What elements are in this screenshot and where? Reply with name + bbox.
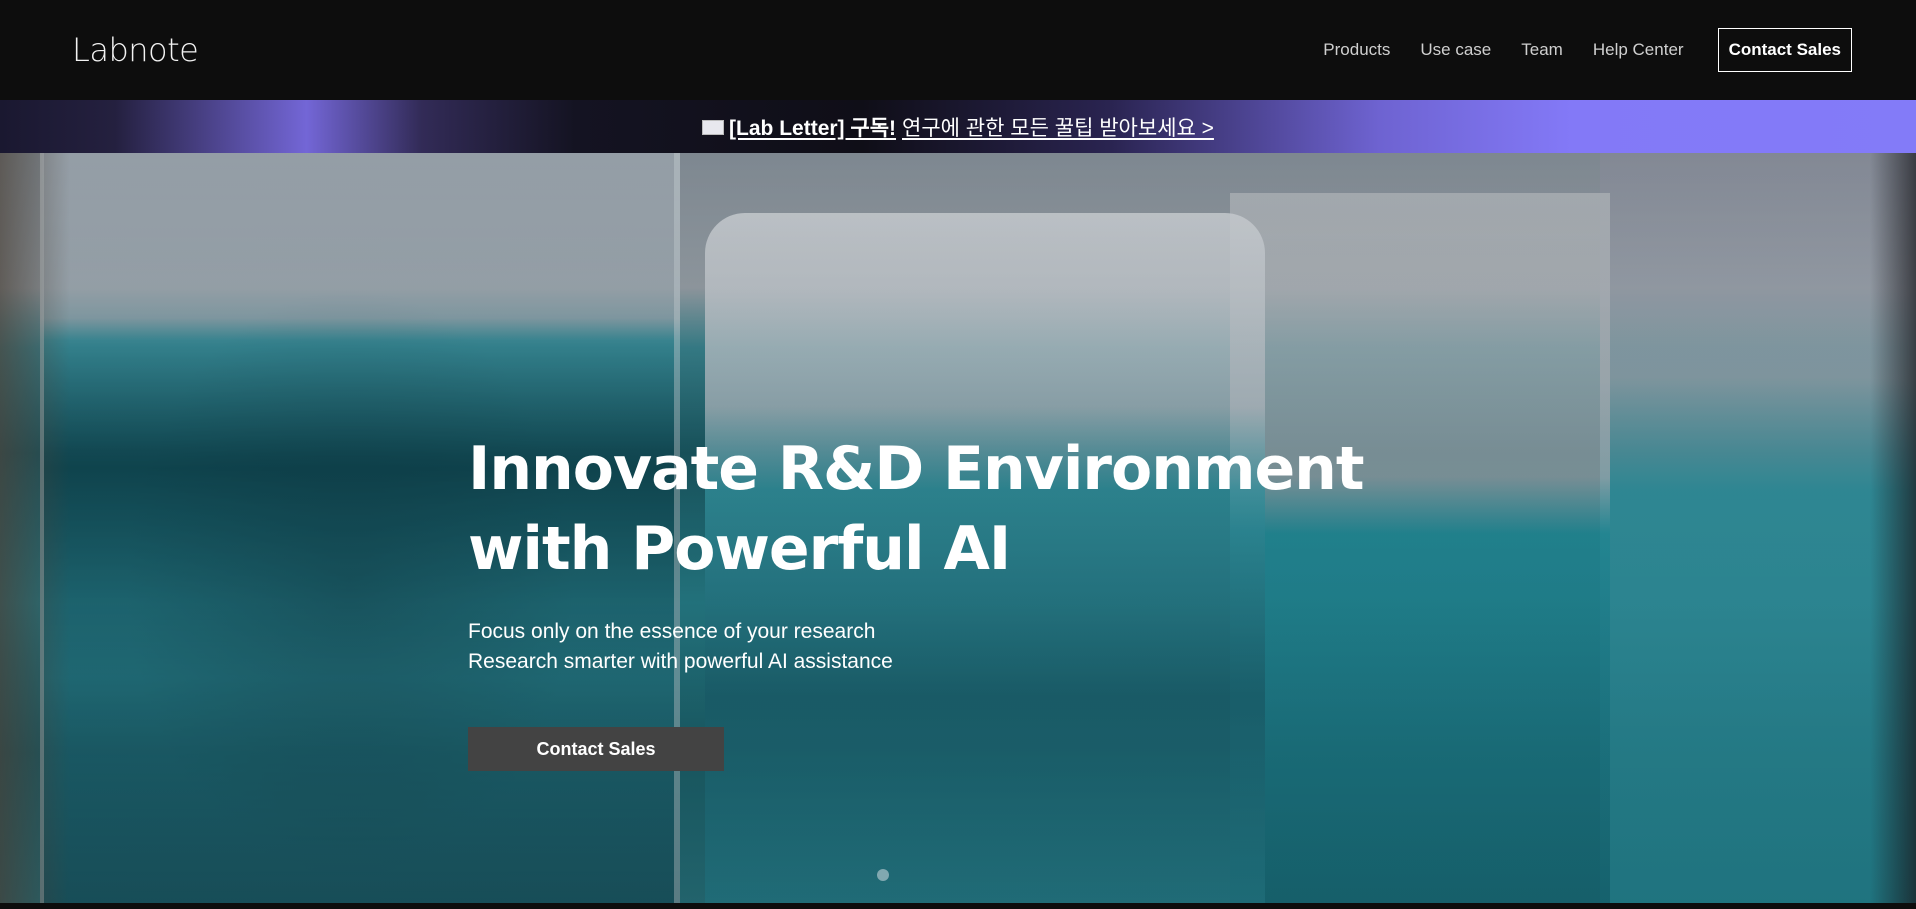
main-nav: Products Use case Team Help Center Conta… xyxy=(1293,28,1852,72)
nav-help-center[interactable]: Help Center xyxy=(1593,40,1684,60)
nav-use-case[interactable]: Use case xyxy=(1420,40,1491,60)
labnote-logo[interactable]: Labnote xyxy=(72,31,199,69)
banner-strong-text: [Lab Letter] 구독! xyxy=(729,116,897,140)
top-navbar: Labnote Products Use case Team Help Cent… xyxy=(0,0,1916,100)
nav-team[interactable]: Team xyxy=(1521,40,1563,60)
lab-letter-link[interactable]: [Lab Letter] 구독! 연구에 관한 모든 꿀팁 받아보세요 > xyxy=(702,112,1214,142)
mail-icon xyxy=(702,120,725,135)
lab-letter-banner: [Lab Letter] 구독! 연구에 관한 모든 꿀팁 받아보세요 > xyxy=(0,100,1916,153)
hero-contact-sales-button[interactable]: Contact Sales xyxy=(468,727,724,771)
scroll-indicator-dot xyxy=(877,869,889,881)
hero-title-line: Innovate R&D Environment xyxy=(468,434,1365,504)
banner-text: 연구에 관한 모든 꿀팁 받아보세요 > xyxy=(902,116,1214,140)
hero-subtitle: Focus only on the essence of your resear… xyxy=(468,617,1368,677)
hero-section: Innovate R&D Environment with Powerful A… xyxy=(0,153,1916,903)
hero-title-line: with Powerful AI xyxy=(468,514,1011,584)
header-contact-sales-button[interactable]: Contact Sales xyxy=(1717,28,1852,72)
hero-subtitle-line: Research smarter with powerful AI assist… xyxy=(468,650,893,673)
nav-products[interactable]: Products xyxy=(1323,40,1390,60)
hero-content: Innovate R&D Environment with Powerful A… xyxy=(468,429,1368,771)
hero-title: Innovate R&D Environment with Powerful A… xyxy=(468,429,1368,589)
hero-subtitle-line: Focus only on the essence of your resear… xyxy=(468,620,876,643)
